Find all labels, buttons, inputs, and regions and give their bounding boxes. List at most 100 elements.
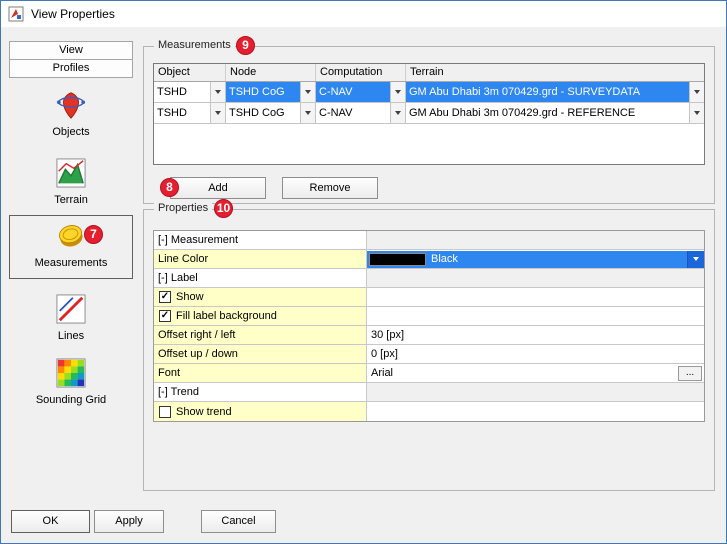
dropdown-arrow-icon	[215, 111, 221, 115]
dropdown-button[interactable]	[689, 103, 704, 123]
offset-up-down-field[interactable]: 0 [px]	[367, 345, 704, 363]
property-row-offset-up-down: Offset up / down 0 [px]	[154, 345, 704, 364]
sidebar-item-objects[interactable]: Objects	[9, 85, 133, 147]
measurements-group: Measurements 9 Object Node Computation T…	[143, 46, 715, 204]
properties-group-label: Properties	[154, 202, 212, 214]
category-label: [-] Measurement	[154, 231, 367, 249]
property-row-show: ✓ Show	[154, 288, 704, 307]
combo-value: C-NAV	[316, 103, 390, 123]
combo-value: TSHD	[154, 103, 210, 123]
sidebar-item-label: Lines	[58, 330, 84, 342]
dropdown-button[interactable]	[210, 82, 225, 102]
computation-combobox[interactable]: C-NAV	[316, 103, 406, 123]
annotation-badge-8: 8	[160, 178, 179, 197]
sidebar-item-sounding-grid[interactable]: Sounding Grid	[9, 353, 133, 415]
show-trend-checkbox[interactable]	[159, 406, 171, 418]
table-row: TSHD TSHD CoG C-NAV GM Abu Dhabi 3m 0704…	[154, 103, 704, 124]
column-header-terrain: Terrain	[406, 64, 704, 81]
property-grid: [-] Measurement Line Color Black [-] Lab…	[153, 230, 705, 422]
dropdown-button[interactable]	[390, 82, 405, 102]
dropdown-button[interactable]	[300, 103, 315, 123]
property-label: Offset right / left	[154, 326, 367, 344]
combo-value: GM Abu Dhabi 3m 070429.grd - SURVEYDATA	[406, 82, 689, 102]
column-header-computation: Computation	[316, 64, 406, 81]
dropdown-arrow-icon	[215, 90, 221, 94]
combo-value: TSHD	[154, 82, 210, 102]
checkbox-label: Show	[176, 288, 204, 306]
dropdown-arrow-icon	[305, 90, 311, 94]
sidebar-item-label: Measurements	[35, 257, 108, 269]
sidebar-item-label: Sounding Grid	[36, 394, 106, 406]
line-color-combobox[interactable]: Black	[367, 251, 704, 268]
dropdown-button[interactable]	[687, 251, 704, 268]
tab-profiles[interactable]: Profiles	[9, 59, 133, 78]
properties-group: Properties 10 [-] Measurement Line Color…	[143, 209, 715, 491]
dropdown-button[interactable]	[300, 82, 315, 102]
ok-button[interactable]: OK	[11, 510, 90, 533]
dropdown-button[interactable]	[390, 103, 405, 123]
terrain-combobox[interactable]: GM Abu Dhabi 3m 070429.grd - REFERENCE	[406, 103, 704, 123]
table-row: TSHD TSHD CoG C-NAV GM Abu Dhabi 3m 0704…	[154, 82, 704, 103]
checkbox-label: Show trend	[176, 403, 232, 421]
font-field[interactable]: Arial ...	[367, 364, 704, 382]
category-label: [-] Trend	[154, 383, 367, 401]
combo-value: C-NAV	[316, 82, 390, 102]
object-combobox[interactable]: TSHD	[154, 82, 226, 102]
property-label: ✓ Show	[154, 288, 367, 306]
annotation-badge-7: 7	[84, 225, 103, 244]
dropdown-arrow-icon	[693, 257, 699, 261]
property-label: Line Color	[154, 250, 367, 268]
checkbox-label: Fill label background	[176, 307, 277, 325]
measurements-icon	[56, 221, 86, 251]
dropdown-arrow-icon	[305, 111, 311, 115]
show-checkbox[interactable]: ✓	[159, 291, 171, 303]
apply-button[interactable]: Apply	[94, 510, 164, 533]
sidebar-item-lines[interactable]: Lines	[9, 289, 133, 351]
app-icon	[8, 6, 24, 22]
category-row-measurement[interactable]: [-] Measurement	[154, 231, 704, 250]
node-combobox[interactable]: TSHD CoG	[226, 82, 316, 102]
dropdown-arrow-icon	[395, 111, 401, 115]
object-combobox[interactable]: TSHD	[154, 103, 226, 123]
computation-combobox[interactable]: C-NAV	[316, 82, 406, 102]
property-label: Show trend	[154, 402, 367, 421]
property-value	[367, 288, 704, 306]
category-label: [-] Label	[154, 269, 367, 287]
column-header-node: Node	[226, 64, 316, 81]
dropdown-arrow-icon	[694, 111, 700, 115]
terrain-combobox[interactable]: GM Abu Dhabi 3m 070429.grd - SURVEYDATA	[406, 82, 704, 102]
property-row-font: Font Arial ...	[154, 364, 704, 383]
tab-view[interactable]: View	[9, 41, 133, 60]
offset-right-left-field[interactable]: 30 [px]	[367, 326, 704, 344]
sounding-grid-icon	[56, 358, 86, 388]
window-title: View Properties	[31, 7, 115, 21]
measurements-table: Object Node Computation Terrain TSHD TSH…	[153, 63, 705, 165]
sidebar-item-measurements[interactable]: Measurements 7	[9, 215, 133, 279]
annotation-badge-9: 9	[236, 36, 255, 55]
property-row-line-color: Line Color Black	[154, 250, 704, 269]
property-row-fill-label-background: ✓ Fill label background	[154, 307, 704, 326]
node-combobox[interactable]: TSHD CoG	[226, 103, 316, 123]
color-swatch	[369, 253, 426, 266]
category-value	[367, 383, 704, 401]
dropdown-button[interactable]	[210, 103, 225, 123]
category-row-label[interactable]: [-] Label	[154, 269, 704, 288]
property-value: Black	[367, 250, 704, 268]
sidebar-item-terrain[interactable]: Terrain	[9, 153, 133, 215]
font-browse-button[interactable]: ...	[678, 366, 702, 381]
category-row-trend[interactable]: [-] Trend	[154, 383, 704, 402]
fill-label-background-checkbox[interactable]: ✓	[159, 310, 171, 322]
dropdown-arrow-icon	[395, 90, 401, 94]
property-row-show-trend: Show trend	[154, 402, 704, 421]
measurements-group-label: Measurements	[154, 39, 235, 51]
table-header: Object Node Computation Terrain	[154, 64, 704, 82]
add-button[interactable]: Add	[170, 177, 266, 199]
cancel-button[interactable]: Cancel	[201, 510, 276, 533]
category-value	[367, 231, 704, 249]
dropdown-button[interactable]	[689, 82, 704, 102]
remove-button[interactable]: Remove	[282, 177, 378, 199]
combo-value: GM Abu Dhabi 3m 070429.grd - REFERENCE	[406, 103, 689, 123]
terrain-icon	[56, 158, 86, 188]
category-value	[367, 269, 704, 287]
property-value	[367, 402, 704, 421]
